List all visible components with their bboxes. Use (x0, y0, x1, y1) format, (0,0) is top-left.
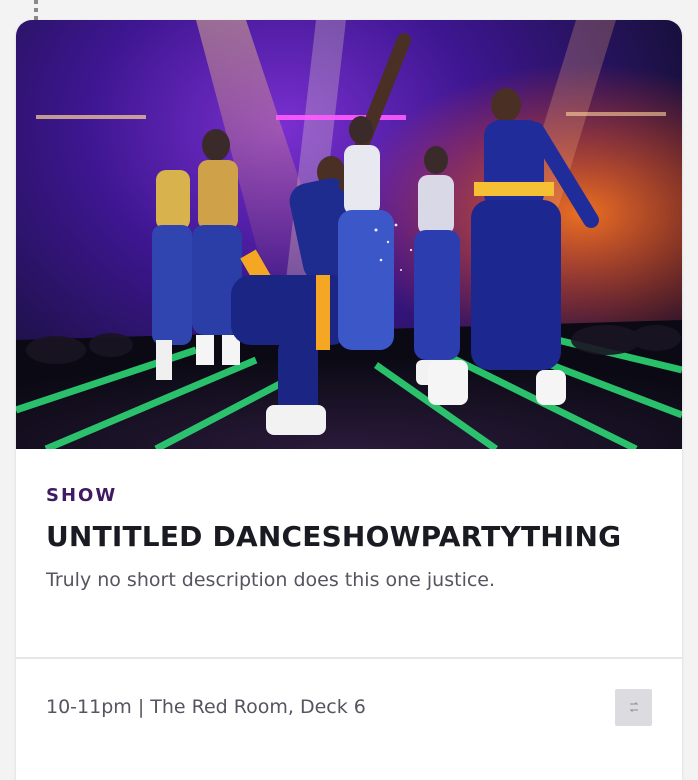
swap-icon (629, 702, 638, 712)
event-card[interactable]: SHOW UNTITLED DANCESHOWPARTYTHING Truly … (16, 20, 682, 780)
event-description: Truly no short description does this one… (46, 569, 496, 591)
event-category: SHOW (46, 485, 118, 506)
event-details: SHOW UNTITLED DANCESHOWPARTYTHING Truly … (16, 449, 682, 657)
event-footer: 10-11pm | The Red Room, Deck 6 (16, 659, 682, 759)
event-hero-image (16, 20, 682, 449)
dance-stage-illustration (16, 20, 682, 449)
event-title[interactable]: UNTITLED DANCESHOWPARTYTHING (46, 520, 652, 553)
timeline-connector (34, 0, 38, 22)
event-schedule: 10-11pm | The Red Room, Deck 6 (46, 696, 366, 718)
swap-button[interactable] (615, 688, 652, 726)
